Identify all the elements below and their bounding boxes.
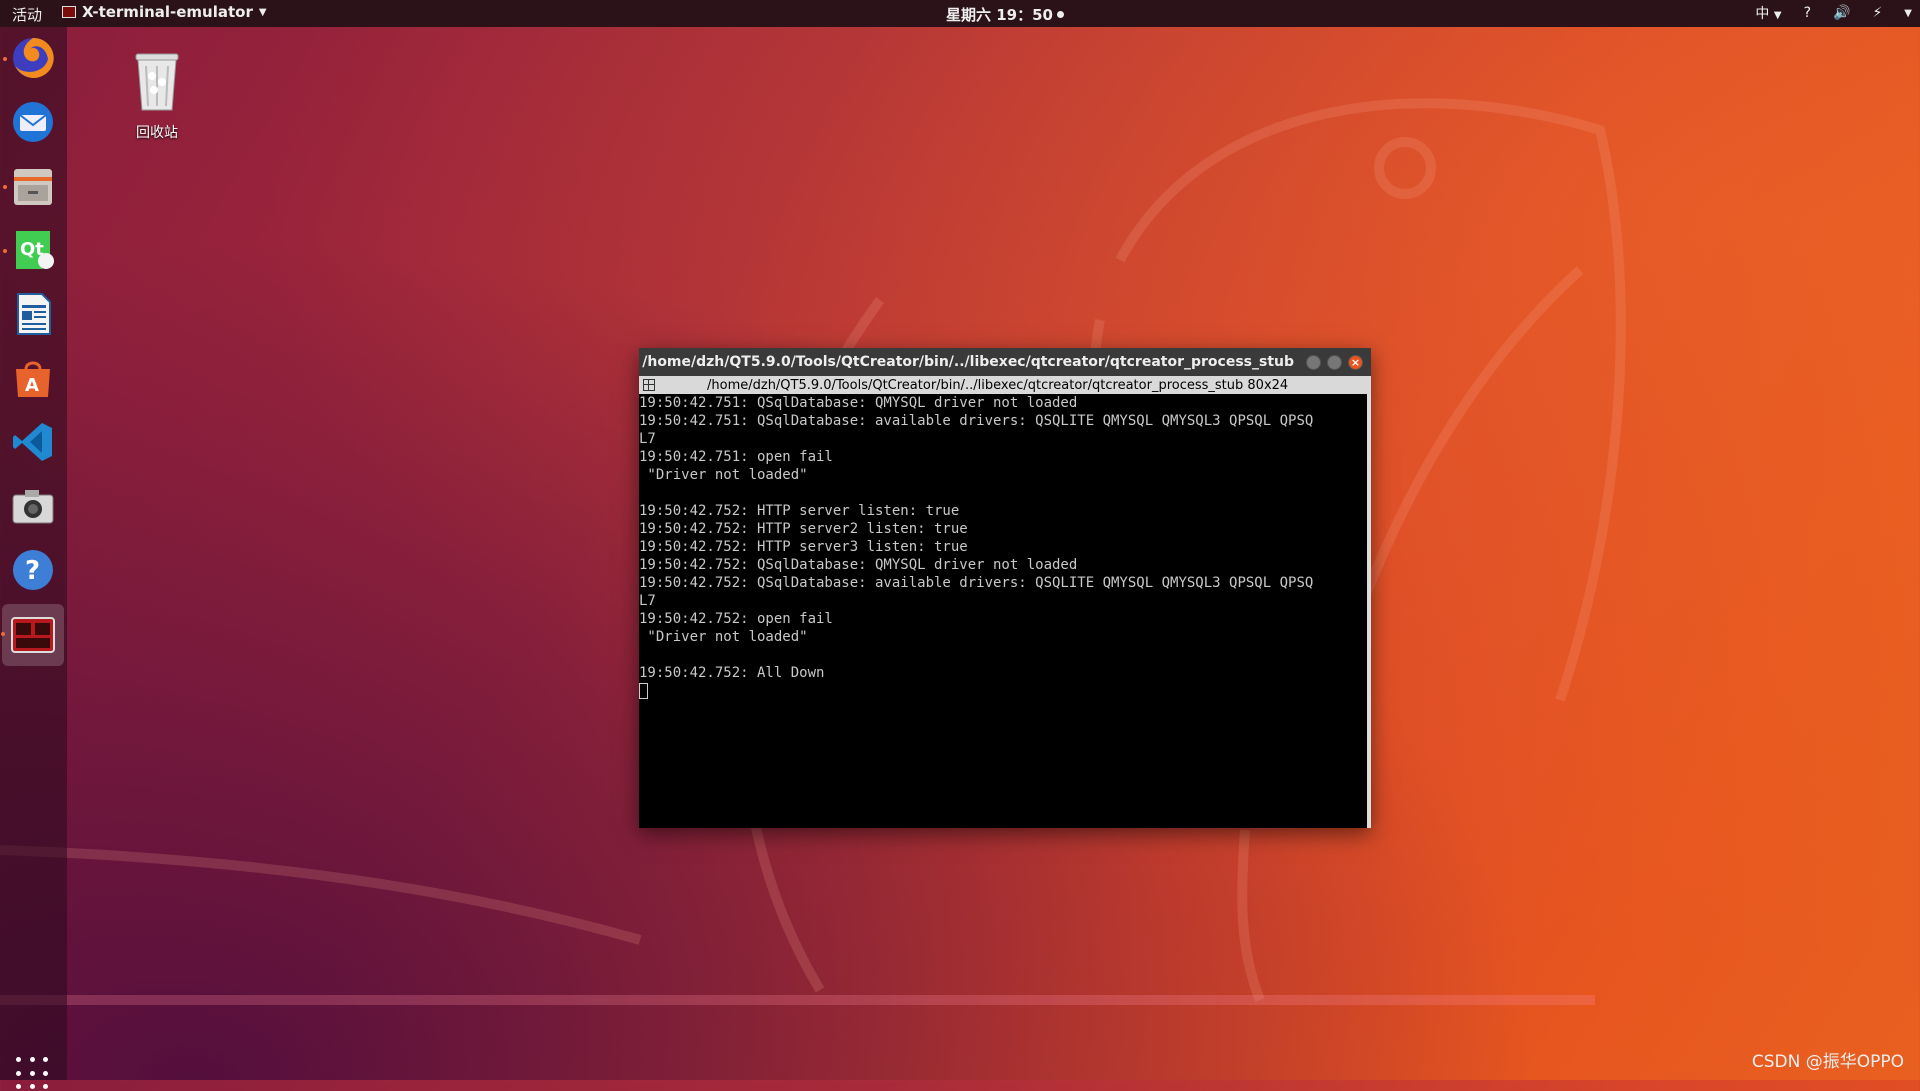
svg-text:A: A xyxy=(25,375,39,396)
minimize-button[interactable] xyxy=(1306,354,1321,370)
firefox-icon xyxy=(13,37,54,78)
volume-icon[interactable]: 🔊 xyxy=(1833,5,1850,21)
window-menu-icon[interactable] xyxy=(643,379,655,391)
camera-icon xyxy=(12,490,54,524)
dock: Qt A ? xyxy=(0,27,67,1090)
terminal-titlebar[interactable]: /home/dzh/QT5.9.0/Tools/QtCreator/bin/..… xyxy=(639,348,1371,376)
terminal-line: 19:50:42.752: open fail xyxy=(639,611,833,627)
files-icon xyxy=(14,169,52,205)
terminal-line: 19:50:42.752: QSqlDatabase: QMYSQL drive… xyxy=(639,557,1078,573)
trash-icon xyxy=(135,53,179,111)
battery-icon[interactable]: ⚡ xyxy=(1872,5,1882,21)
dock-item-writer[interactable] xyxy=(8,289,58,339)
terminal-line: 19:50:42.751: QSqlDatabase: QMYSQL drive… xyxy=(639,395,1078,411)
running-indicator xyxy=(3,185,7,189)
terminal-scrollbar[interactable] xyxy=(1367,394,1371,828)
close-button[interactable]: × xyxy=(1348,354,1363,370)
clock-label: 星期六 19：50 xyxy=(946,6,1053,24)
app-menu-label: X-terminal-emulator xyxy=(82,3,253,21)
dock-item-camera[interactable] xyxy=(8,481,58,531)
running-indicator xyxy=(1,632,5,636)
dock-item-qt-creator[interactable]: Qt xyxy=(3,225,58,275)
svg-text:?: ? xyxy=(25,556,40,586)
qt-creator-icon: Qt xyxy=(16,231,54,269)
grid-dot xyxy=(29,1084,35,1090)
terminal-line: "Driver not loaded" xyxy=(639,629,808,645)
terminal-line: 19:50:42.752: All Down xyxy=(639,665,825,681)
chevron-down-icon: ▼ xyxy=(1773,10,1782,21)
dock-item-thunderbird[interactable] xyxy=(8,97,58,147)
grid-dot xyxy=(29,1070,35,1076)
terminal-line: 19:50:42.752: HTTP server3 listen: true xyxy=(639,539,968,555)
dock-item-files[interactable] xyxy=(3,161,58,211)
input-method-indicator[interactable]: 中 ▼ xyxy=(1755,3,1781,23)
terminal-subtitle: /home/dzh/QT5.9.0/Tools/QtCreator/bin/..… xyxy=(707,377,1289,393)
grid-dot xyxy=(43,1057,49,1062)
terminal-cursor xyxy=(639,683,648,699)
terminal-icon xyxy=(11,617,55,653)
terminal-app-icon xyxy=(62,6,76,18)
notification-dot xyxy=(1056,11,1064,18)
terminal-line: L7 xyxy=(639,593,656,609)
terminal-output[interactable]: 19:50:42.751: QSqlDatabase: QMYSQL drive… xyxy=(639,394,1367,828)
app-menu[interactable]: X-terminal-emulator ▼ xyxy=(62,3,267,21)
running-indicator xyxy=(3,57,7,61)
dock-item-vscode[interactable] xyxy=(8,417,58,467)
dock-item-software[interactable]: A xyxy=(8,353,58,403)
dock-item-firefox[interactable] xyxy=(3,33,58,83)
watermark: CSDN @振华OPPO xyxy=(1751,1052,1904,1072)
terminal-subtitle-bar: /home/dzh/QT5.9.0/Tools/QtCreator/bin/..… xyxy=(639,376,1371,394)
vscode-icon xyxy=(13,423,52,461)
system-tray: 中 ▼ ? 🔊 ⚡ ▼ xyxy=(1755,3,1912,23)
software-center-icon: A xyxy=(16,361,50,397)
desktop-trash[interactable]: 回收站 xyxy=(122,50,192,142)
top-bar: 活动 X-terminal-emulator ▼ 星期六 19：50 中 ▼ ?… xyxy=(0,0,1920,27)
grid-dot xyxy=(16,1070,21,1076)
trash-label: 回收站 xyxy=(136,125,178,141)
terminal-line: 19:50:42.752: QSqlDatabase: available dr… xyxy=(639,575,1314,591)
libreoffice-writer-icon xyxy=(17,293,51,335)
dock-item-help[interactable]: ? xyxy=(8,545,58,595)
terminal-title: /home/dzh/QT5.9.0/Tools/QtCreator/bin/..… xyxy=(642,354,1294,370)
maximize-button[interactable] xyxy=(1327,354,1342,370)
grid-dot xyxy=(16,1084,21,1090)
chevron-down-icon: ▼ xyxy=(258,6,267,18)
input-method-label: 中 xyxy=(1755,6,1770,22)
terminal-line: 19:50:42.752: HTTP server listen: true xyxy=(639,503,960,519)
grid-dot xyxy=(29,1057,35,1062)
help-tray-icon[interactable]: ? xyxy=(1804,5,1811,21)
terminal-line: 19:50:42.751: QSqlDatabase: available dr… xyxy=(639,413,1314,429)
help-icon: ? xyxy=(13,550,53,590)
terminal-window[interactable]: /home/dzh/QT5.9.0/Tools/QtCreator/bin/..… xyxy=(639,348,1371,828)
thunderbird-icon xyxy=(13,102,53,142)
grid-dot xyxy=(43,1070,49,1076)
terminal-line: 19:50:42.751: open fail xyxy=(639,449,833,465)
show-applications-button[interactable] xyxy=(16,1057,50,1091)
running-indicator xyxy=(3,249,7,253)
activities-button[interactable]: 活动 xyxy=(12,4,42,25)
terminal-line: 19:50:42.752: HTTP server2 listen: true xyxy=(639,521,968,537)
grid-dot xyxy=(16,1057,21,1062)
terminal-line: L7 xyxy=(639,431,656,447)
clock[interactable]: 星期六 19：50 xyxy=(946,4,1064,25)
dock-item-terminal[interactable] xyxy=(1,604,64,666)
terminal-line: "Driver not loaded" xyxy=(639,467,808,483)
system-menu-chevron-icon[interactable]: ▼ xyxy=(1904,8,1912,19)
grid-dot xyxy=(43,1084,49,1090)
